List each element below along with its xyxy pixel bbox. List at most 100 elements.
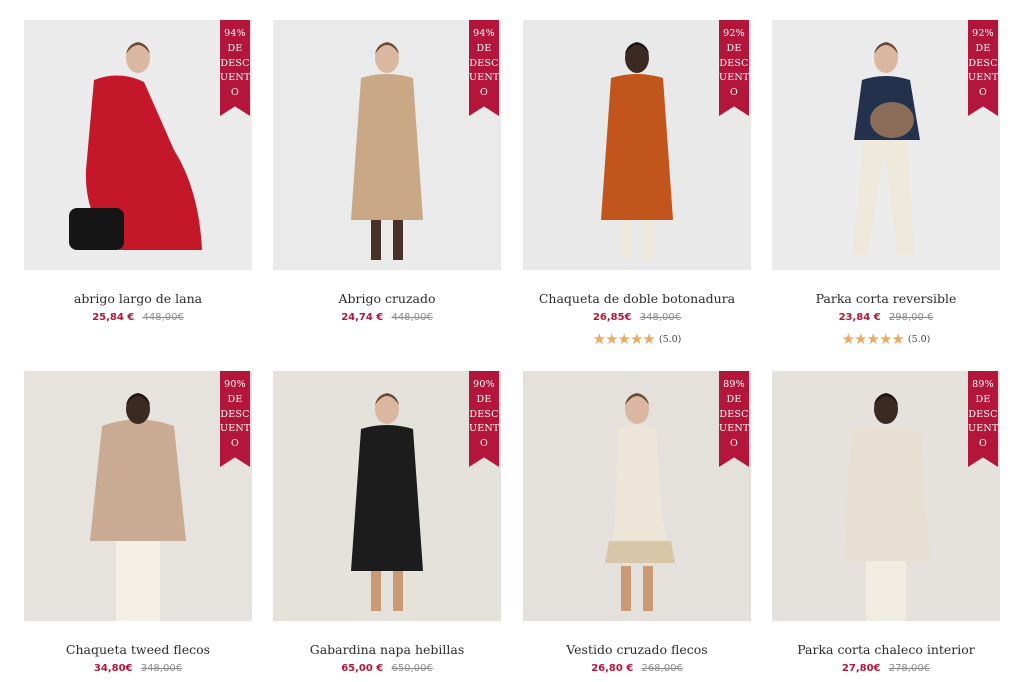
sale-price: 27,80€ xyxy=(841,663,881,674)
product-card[interactable]: 94% DE DESC UENT O Abrigo cruzado 24,74 … xyxy=(273,20,501,325)
discount-line: DESC xyxy=(220,57,250,69)
discount-line: DESC xyxy=(968,57,998,69)
discount-line: UENT xyxy=(220,72,251,84)
original-price: 448,00€ xyxy=(142,312,184,323)
product-card[interactable]: 90% DE DESC UENT O Gabardina napa hebill… xyxy=(273,371,501,676)
rating-stars: ★★★★★ xyxy=(592,330,656,348)
rating-score: (5.0) xyxy=(658,333,682,345)
product-prices: 27,80€ 278,00€ xyxy=(772,662,1000,676)
discount-line: 92% xyxy=(972,28,994,39)
discount-ribbon: 90% DE DESC UENT O xyxy=(469,371,499,467)
product-image[interactable]: 94% DE DESC UENT O xyxy=(24,20,252,270)
sale-price: 24,74 € xyxy=(341,312,384,323)
discount-line: O xyxy=(231,438,239,450)
discount-line: 94% xyxy=(224,28,246,39)
discount-line: DE xyxy=(726,393,742,405)
discount-ribbon: 90% DE DESC UENT O xyxy=(220,371,250,467)
discount-line: 90% xyxy=(224,379,246,390)
rating-stars: ★★★★★ xyxy=(841,330,905,348)
product-image[interactable]: 94% DE DESC UENT O xyxy=(273,20,501,270)
product-image[interactable]: 90% DE DESC UENT O xyxy=(24,371,252,621)
product-card[interactable]: 92% DE DESC UENT O Parka corta reversibl… xyxy=(772,20,1000,348)
original-price: 348,00€ xyxy=(140,663,183,674)
original-price: 298,00 € xyxy=(888,312,934,323)
product-name[interactable]: Vestido cruzado flecos xyxy=(523,642,751,658)
discount-line: UENT xyxy=(719,423,750,435)
discount-line: UENT xyxy=(968,72,999,84)
discount-ribbon: 92% DE DESC UENT O xyxy=(968,20,998,116)
product-card[interactable]: 89% DE DESC UENT O Vestido cruzado fleco… xyxy=(523,371,751,676)
product-info: Chaqueta de doble botonadura 26,85€ 348,… xyxy=(523,291,751,348)
discount-line: DE xyxy=(227,42,243,54)
product-card[interactable]: 92% DE DESC UENT O Chaqueta de doble bot… xyxy=(523,20,751,348)
discount-ribbon: 92% DE DESC UENT O xyxy=(719,20,749,116)
discount-line: 90% xyxy=(473,379,495,390)
product-image[interactable]: 89% DE DESC UENT O xyxy=(772,371,1000,621)
original-price: 448,00€ xyxy=(391,312,433,323)
product-name[interactable]: Chaqueta de doble botonadura xyxy=(523,291,751,307)
sale-price: 26,85€ xyxy=(592,312,632,323)
discount-ribbon: 94% DE DESC UENT O xyxy=(469,20,499,116)
product-card[interactable]: 90% DE DESC UENT O Chaqueta tweed flecos… xyxy=(24,371,252,676)
product-prices: 24,74 € 448,00€ xyxy=(273,311,501,325)
discount-line: DE xyxy=(726,42,742,54)
discount-line: UENT xyxy=(469,423,500,435)
product-image[interactable]: 89% DE DESC UENT O xyxy=(523,371,751,621)
sale-price: 25,84 € xyxy=(92,312,135,323)
discount-ribbon: 89% DE DESC UENT O xyxy=(719,371,749,467)
product-prices: 26,80 € 268,00€ xyxy=(523,662,751,676)
discount-ribbon: 89% DE DESC UENT O xyxy=(968,371,998,467)
product-image[interactable]: 92% DE DESC UENT O xyxy=(523,20,751,270)
product-name[interactable]: Parka corta reversible xyxy=(772,291,1000,307)
discount-line: UENT xyxy=(968,423,999,435)
product-info: Gabardina napa hebillas 65,00 € 650,00€ xyxy=(273,642,501,676)
product-card[interactable]: 94% DE DESC UENT O abrigo largo de lana … xyxy=(24,20,252,325)
discount-line: DESC xyxy=(968,408,998,420)
original-price: 268,00€ xyxy=(641,663,683,674)
product-image[interactable]: 92% DE DESC UENT O xyxy=(772,20,1000,270)
discount-line: O xyxy=(730,438,738,450)
discount-line: 89% xyxy=(972,379,994,390)
discount-line: O xyxy=(480,438,488,450)
original-price: 348,00€ xyxy=(639,312,682,323)
product-name[interactable]: Parka corta chaleco interior xyxy=(772,642,1000,658)
product-image[interactable]: 90% DE DESC UENT O xyxy=(273,371,501,621)
discount-line: UENT xyxy=(469,72,500,84)
discount-line: DE xyxy=(975,393,991,405)
product-info: abrigo largo de lana 25,84 € 448,00€ xyxy=(24,291,252,325)
discount-line: 92% xyxy=(723,28,745,39)
original-price: 278,00€ xyxy=(888,663,931,674)
product-info: Vestido cruzado flecos 26,80 € 268,00€ xyxy=(523,642,751,676)
discount-ribbon: 94% DE DESC UENT O xyxy=(220,20,250,116)
product-prices: 25,84 € 448,00€ xyxy=(24,311,252,325)
product-card[interactable]: 89% DE DESC UENT O Parka corta chaleco i… xyxy=(772,371,1000,676)
product-rating: ★★★★★ (5.0) xyxy=(523,330,751,348)
original-price: 650,00€ xyxy=(391,663,433,674)
discount-line: O xyxy=(231,87,239,99)
product-rating: ★★★★★ (5.0) xyxy=(772,330,1000,348)
product-name[interactable]: abrigo largo de lana xyxy=(24,291,252,307)
product-name[interactable]: Gabardina napa hebillas xyxy=(273,642,501,658)
product-name[interactable]: Chaqueta tweed flecos xyxy=(24,642,252,658)
product-name[interactable]: Abrigo cruzado xyxy=(273,291,501,307)
product-info: Parka corta reversible 23,84 € 298,00 € … xyxy=(772,291,1000,348)
product-info: Abrigo cruzado 24,74 € 448,00€ xyxy=(273,291,501,325)
discount-line: 89% xyxy=(723,379,745,390)
sale-price: 34,80€ xyxy=(93,663,133,674)
product-prices: 26,85€ 348,00€ xyxy=(523,311,751,325)
discount-line: DE xyxy=(227,393,243,405)
discount-line: O xyxy=(730,87,738,99)
discount-line: UENT xyxy=(220,423,251,435)
sale-price: 23,84 € xyxy=(838,312,881,323)
product-prices: 34,80€ 348,00€ xyxy=(24,662,252,676)
discount-line: DESC xyxy=(220,408,250,420)
rating-score: (5.0) xyxy=(907,333,931,345)
discount-line: DESC xyxy=(719,57,749,69)
discount-line: DESC xyxy=(469,57,499,69)
product-info: Chaqueta tweed flecos 34,80€ 348,00€ xyxy=(24,642,252,676)
discount-line: O xyxy=(979,87,987,99)
discount-line: DE xyxy=(476,42,492,54)
discount-line: 94% xyxy=(473,28,495,39)
product-info: Parka corta chaleco interior 27,80€ 278,… xyxy=(772,642,1000,676)
sale-price: 26,80 € xyxy=(591,663,634,674)
